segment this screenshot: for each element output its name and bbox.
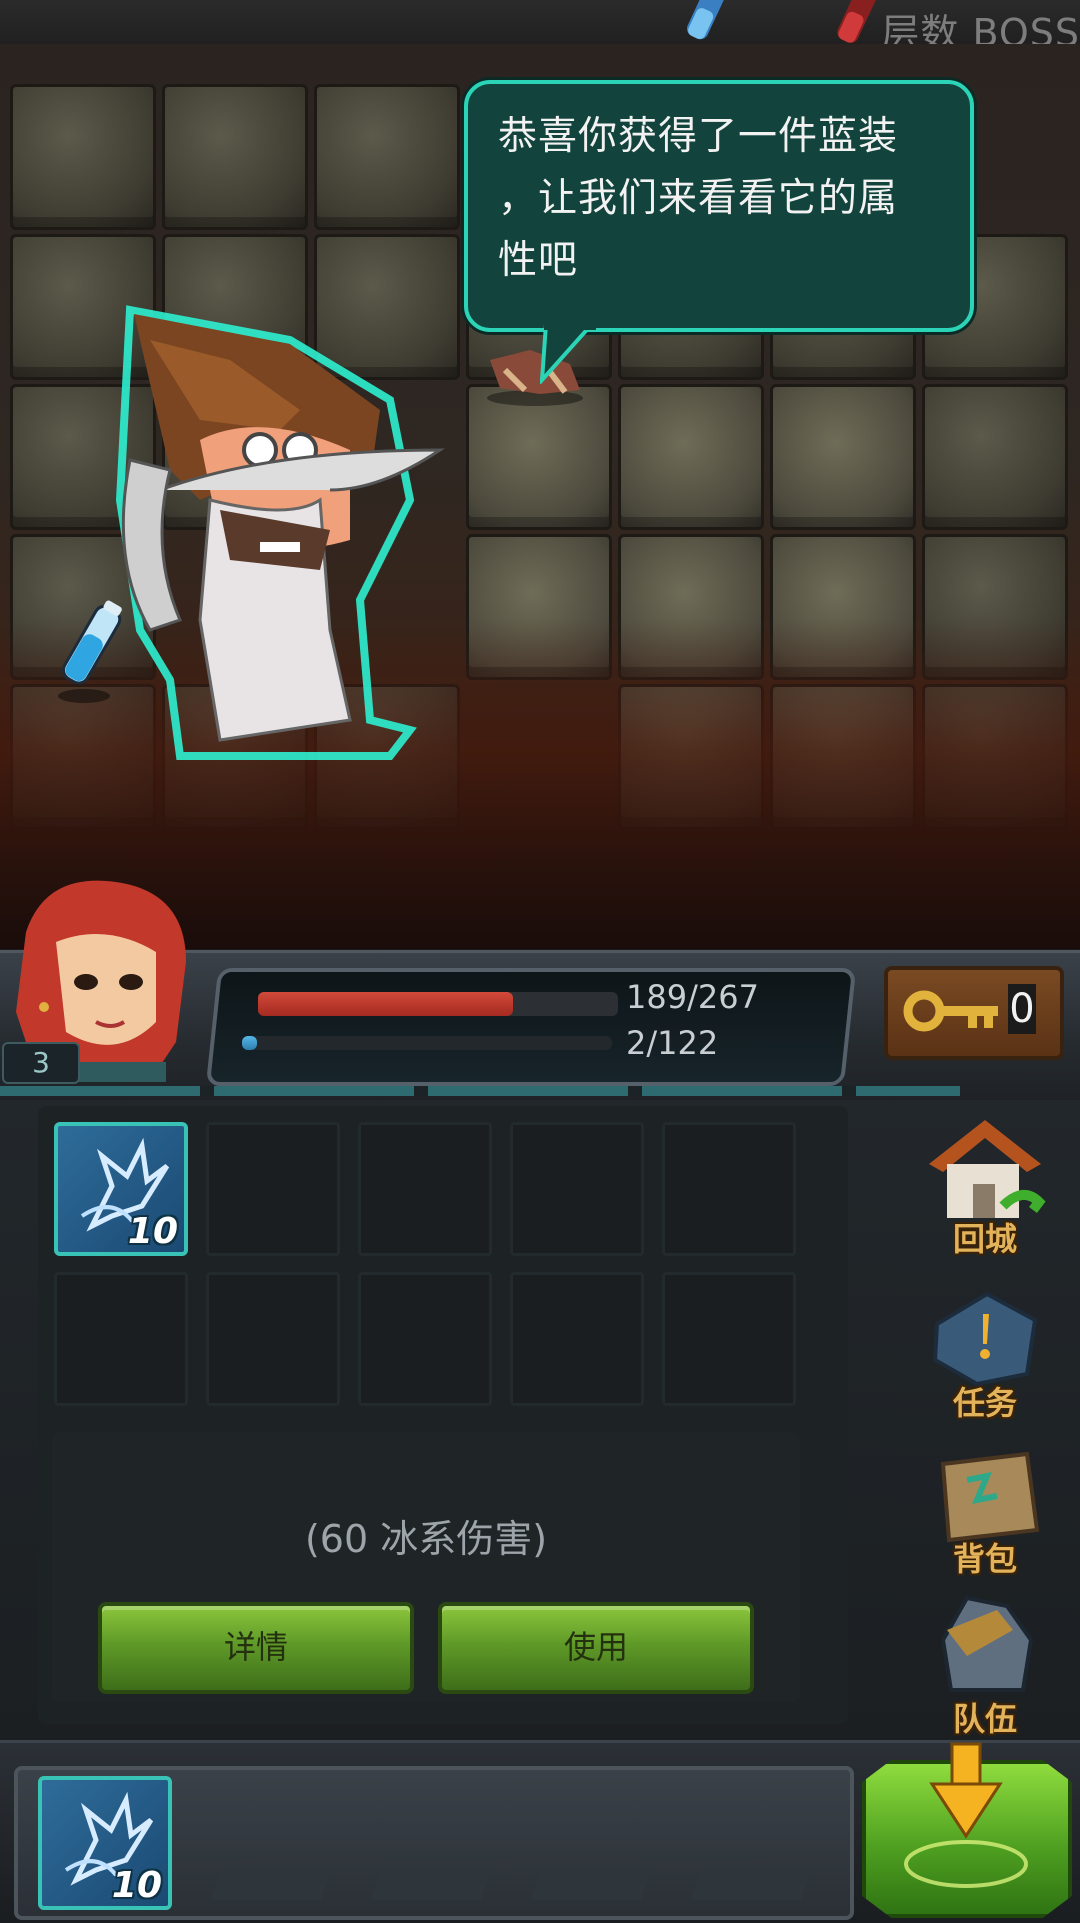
key-count: 0 [1008, 984, 1036, 1034]
top-bar: 层数 BOSS [0, 0, 1080, 55]
backpack-icon [940, 1451, 1040, 1543]
dialog-line: ，让我们来看看它的属 [498, 176, 899, 221]
inventory-slot[interactable] [662, 1272, 796, 1406]
quests-label: 任务 [952, 1384, 1017, 1422]
town-button[interactable]: 回城 [905, 1110, 1065, 1260]
floor-tile [770, 384, 916, 530]
inventory-slot[interactable] [206, 1122, 340, 1256]
team-helmet-icon [940, 1595, 1034, 1692]
inventory-slot[interactable] [358, 1122, 492, 1256]
floor-tile [922, 384, 1068, 530]
quests-button[interactable]: 任务 [905, 1280, 1065, 1430]
inventory-slot[interactable] [54, 1272, 188, 1406]
dialog-line: 恭喜你获得了一件蓝装 [498, 114, 899, 159]
quick-slot[interactable] [211, 1870, 331, 1900]
hp-text: 189/267 [626, 978, 759, 1016]
wizard-npc-portrait [115, 305, 445, 760]
bubble-tail [540, 324, 596, 384]
item-count: 10 [111, 1865, 162, 1906]
hp-bar-fill [258, 992, 513, 1016]
floor-tile [314, 84, 460, 230]
floor-progress-strip [0, 1086, 960, 1096]
floor-tile [162, 84, 308, 230]
item-description: (60 冰系伤害) [304, 1517, 548, 1561]
inventory-slot[interactable]: 10 [54, 1122, 188, 1256]
quest-book-icon [932, 1291, 1038, 1387]
item-count: 10 [127, 1211, 178, 1252]
details-button[interactable]: 详情 [98, 1602, 414, 1694]
xp-text: 2/122 [626, 1024, 719, 1062]
quick-ice-staff-item[interactable]: 10 [38, 1776, 172, 1910]
ice-staff-item[interactable]: 10 [54, 1122, 188, 1256]
down-arrow-icon [929, 1742, 1003, 1839]
quick-slot[interactable] [531, 1870, 651, 1900]
floor-tile [618, 384, 764, 530]
hp-bar [258, 992, 618, 1016]
quick-slot[interactable] [691, 1870, 811, 1900]
inventory-slot[interactable] [358, 1272, 492, 1406]
floor-tile [10, 84, 156, 230]
team-button[interactable]: 队伍 [905, 1590, 1065, 1740]
house-icon [929, 1120, 1046, 1218]
xp-bar [242, 1036, 612, 1050]
town-label: 回城 [952, 1220, 1017, 1258]
dialog-bubble[interactable]: 恭喜你获得了一件蓝装 ，让我们来看看它的属 性吧 [464, 80, 974, 332]
inventory-slot[interactable] [662, 1122, 796, 1256]
inventory-slot[interactable] [510, 1122, 644, 1256]
use-button[interactable]: 使用 [438, 1602, 754, 1694]
dialog-line: 性吧 [498, 238, 579, 283]
backpack-label: 背包 [952, 1540, 1017, 1578]
quick-slot[interactable] [371, 1870, 491, 1900]
inventory-slot[interactable] [510, 1272, 644, 1406]
inventory-slot[interactable] [206, 1272, 340, 1406]
key-counter[interactable]: 0 [884, 966, 1064, 1060]
hero-level: 3 [2, 1042, 80, 1084]
team-label: 队伍 [952, 1700, 1017, 1738]
key-icon [903, 990, 998, 1032]
backpack-button[interactable]: 背包 [905, 1436, 1065, 1586]
xp-bar-fill [242, 1036, 257, 1050]
